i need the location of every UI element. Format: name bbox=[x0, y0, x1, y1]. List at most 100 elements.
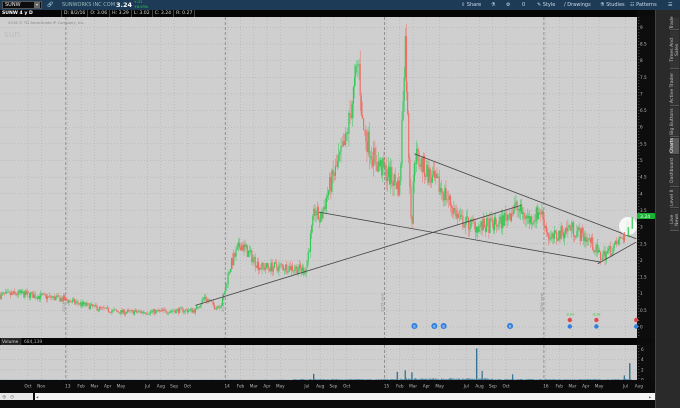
candle bbox=[122, 309, 124, 313]
time-tick: Apr bbox=[263, 384, 271, 389]
candle bbox=[19, 290, 22, 293]
candle bbox=[516, 201, 518, 210]
candle bbox=[95, 304, 97, 307]
candle bbox=[101, 307, 103, 308]
candle bbox=[39, 296, 41, 299]
candle bbox=[531, 216, 533, 225]
dividend-icon[interactable] bbox=[634, 317, 639, 323]
volume-bar bbox=[463, 379, 465, 380]
earnings-icon[interactable] bbox=[567, 324, 573, 329]
volume-bar bbox=[323, 379, 325, 380]
dividend-icon[interactable] bbox=[594, 317, 599, 323]
sidebar-tab[interactable]: Big Buttons bbox=[670, 107, 679, 137]
candle bbox=[397, 180, 400, 195]
volume-bar bbox=[564, 379, 566, 380]
candle bbox=[502, 215, 505, 226]
sidebar-tab[interactable]: Trade bbox=[670, 16, 679, 30]
sidebar-tab[interactable]: Dashboard bbox=[670, 155, 679, 187]
volume-bar bbox=[400, 378, 402, 380]
candle bbox=[195, 306, 198, 309]
candle bbox=[125, 312, 128, 314]
candle bbox=[306, 260, 308, 268]
volume-bar bbox=[294, 379, 296, 380]
volume-bar bbox=[530, 379, 532, 380]
price-tick: 4.5 bbox=[640, 175, 647, 180]
candle bbox=[396, 180, 399, 190]
sidebar-tab[interactable]: Times And Sales bbox=[670, 31, 680, 69]
candle bbox=[359, 64, 361, 96]
candle bbox=[225, 284, 227, 292]
volume-bar bbox=[497, 379, 499, 380]
candle bbox=[551, 233, 553, 237]
candle bbox=[515, 201, 517, 204]
price-chart[interactable]: ⤢ 2013 year2014 year2015 year2016 year 2… bbox=[0, 0, 655, 408]
volume-bar bbox=[409, 378, 411, 380]
menu-icon[interactable]: ☰ bbox=[668, 2, 672, 8]
candle bbox=[410, 186, 412, 218]
candle bbox=[616, 243, 619, 245]
volume-bar bbox=[450, 378, 452, 380]
candle bbox=[487, 218, 489, 221]
sidebar-tab[interactable]: Live News bbox=[670, 209, 680, 231]
volume-bar bbox=[363, 379, 365, 380]
volume-bar bbox=[347, 379, 349, 380]
volume-bar bbox=[486, 378, 488, 380]
time-tick: Oct bbox=[184, 384, 192, 389]
candle bbox=[346, 132, 348, 134]
candle bbox=[517, 209, 519, 210]
volume-bar bbox=[316, 379, 318, 380]
candle bbox=[180, 307, 182, 309]
candle bbox=[365, 130, 367, 142]
candle bbox=[436, 173, 438, 178]
volume-bar bbox=[565, 379, 567, 380]
candle bbox=[335, 165, 338, 167]
candle bbox=[373, 148, 375, 167]
candle bbox=[74, 299, 76, 304]
candle bbox=[525, 215, 527, 220]
candle bbox=[78, 303, 80, 305]
sidebar-tab[interactable]: Active Trader bbox=[670, 70, 679, 106]
earnings-icon[interactable] bbox=[634, 324, 639, 329]
candle bbox=[395, 182, 397, 190]
volume-bar bbox=[428, 378, 430, 380]
candle bbox=[541, 210, 543, 215]
volume-bar bbox=[481, 370, 483, 380]
candle bbox=[10, 292, 12, 296]
sidebar-tab[interactable]: Level II bbox=[670, 188, 679, 208]
candle bbox=[156, 310, 158, 311]
candle bbox=[522, 212, 524, 214]
candle bbox=[229, 269, 231, 273]
candle bbox=[527, 216, 529, 219]
candle bbox=[430, 178, 432, 183]
volume-bar bbox=[308, 379, 310, 380]
candle bbox=[466, 216, 469, 218]
candle bbox=[411, 217, 413, 224]
zoom-out-icon[interactable]: ⊖ bbox=[10, 395, 14, 401]
time-tick: Oct bbox=[343, 384, 351, 389]
candle bbox=[402, 101, 404, 120]
candle bbox=[369, 156, 371, 157]
sidebar-tab[interactable]: Charts bbox=[670, 138, 679, 154]
dividend-icon[interactable] bbox=[567, 317, 573, 323]
volume-bar bbox=[472, 378, 474, 380]
volume-bar bbox=[623, 375, 625, 380]
volume-bar bbox=[582, 379, 584, 380]
zoom-in-icon[interactable]: ⊕ bbox=[2, 395, 6, 401]
candle bbox=[35, 297, 37, 298]
candle bbox=[339, 151, 341, 155]
earnings-icon[interactable] bbox=[594, 324, 599, 329]
volume-bar bbox=[541, 379, 543, 380]
volume-bar bbox=[324, 379, 326, 380]
candle bbox=[54, 297, 57, 301]
horizontal-scrollbar[interactable] bbox=[35, 393, 655, 400]
candle bbox=[355, 66, 357, 77]
candle bbox=[570, 227, 572, 231]
candle bbox=[93, 305, 95, 307]
candle bbox=[518, 209, 520, 212]
candle bbox=[191, 308, 193, 313]
volume-bar bbox=[551, 379, 553, 380]
candle bbox=[252, 258, 254, 263]
volume-bar bbox=[489, 379, 491, 380]
candle bbox=[445, 188, 447, 200]
candle bbox=[0, 295, 1, 299]
